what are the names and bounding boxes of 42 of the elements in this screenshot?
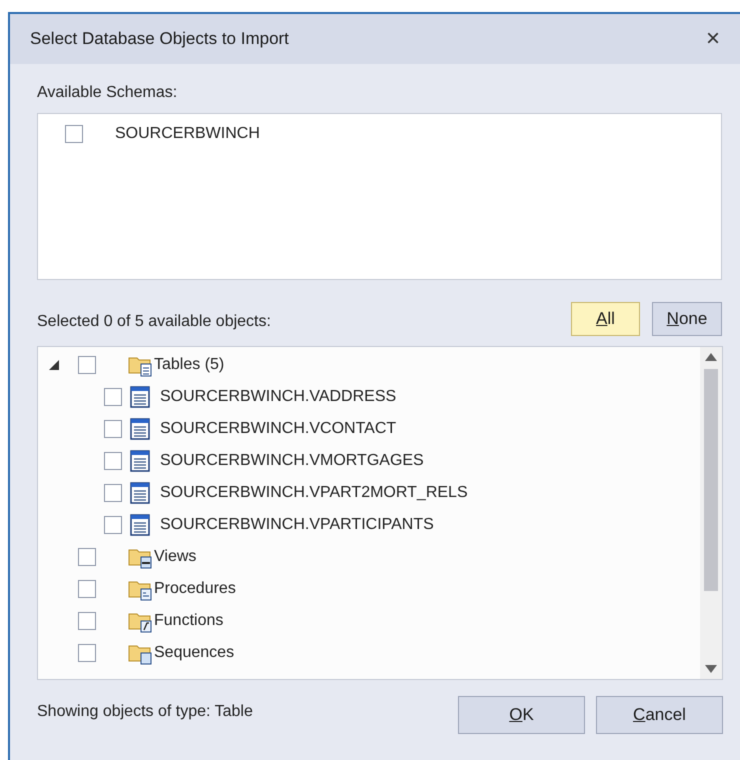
scroll-thumb[interactable] [704,369,718,591]
checkbox[interactable] [78,580,96,598]
tree-item[interactable]: Views [154,545,196,569]
table-icon [130,450,150,472]
dialog-button[interactable]: OK [458,696,585,734]
checkbox[interactable] [104,420,122,438]
schema-name[interactable]: SOURCERBWINCH [115,122,260,146]
checkbox[interactable] [104,516,122,534]
checkbox[interactable] [78,644,96,662]
scrollbar[interactable] [700,347,722,679]
close-button[interactable]: × [706,27,720,51]
checkbox[interactable] [104,452,122,470]
status-text: Showing objects of type: Table [37,702,253,722]
scroll-down-icon[interactable] [705,665,717,673]
checkbox[interactable] [78,356,96,374]
tree-item[interactable]: Procedures [154,577,236,601]
dialog-button[interactable]: All [571,302,640,336]
tree-item[interactable]: Functions [154,609,224,633]
tree-item[interactable]: SOURCERBWINCH.VCONTACT [160,417,396,441]
tree-item[interactable]: Tables (5) [154,353,224,377]
checkbox[interactable] [104,484,122,502]
tree-item[interactable]: Sequences [154,641,234,665]
dialog-button[interactable]: Cancel [596,696,723,734]
checkbox[interactable] [78,612,96,630]
tree-item[interactable]: SOURCERBWINCH.VADDRESS [160,385,396,409]
selection-summary: Selected 0 of 5 available objects: [37,312,271,332]
checkbox[interactable] [78,548,96,566]
expanded-icon[interactable] [48,359,60,371]
table-icon [130,482,150,504]
table-icon [130,386,150,408]
tree-item[interactable]: SOURCERBWINCH.VMORTGAGES [160,449,424,473]
scroll-up-icon[interactable] [705,353,717,361]
dialog-button[interactable]: None [652,302,722,336]
tree-item[interactable]: SOURCERBWINCH.VPART2MORT_RELS [160,481,468,505]
checkbox[interactable] [65,125,83,143]
section-label: Available Schemas: [37,83,178,103]
window-title: Select Database Objects to Import [30,28,289,50]
table-icon [130,514,150,536]
tree-item[interactable]: SOURCERBWINCH.VPARTICIPANTS [160,513,434,537]
table-icon [130,418,150,440]
schema-list[interactable]: SOURCERBWINCH [37,113,722,280]
checkbox[interactable] [104,388,122,406]
